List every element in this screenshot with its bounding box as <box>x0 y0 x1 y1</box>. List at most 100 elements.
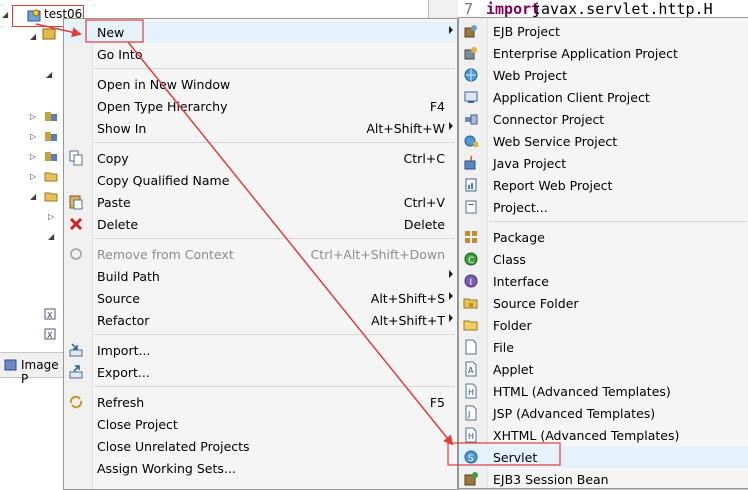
menu-item-go-into[interactable]: Go Into <box>64 43 457 65</box>
menu-item-open-type-hierarchy[interactable]: Open Type Hierarchy F4 <box>64 95 457 117</box>
menu-item-close-unrelated-projects[interactable]: Close Unrelated Projects <box>64 435 457 457</box>
collapse-triangle-icon[interactable]: ◢ <box>46 70 52 79</box>
submenu-item-source-folder[interactable]: Source Folder <box>459 292 748 314</box>
menu-item-shortcut: Ctrl+Alt+Shift+Down <box>310 247 445 262</box>
image-view-tab[interactable]: Image P <box>0 352 64 386</box>
java-project-icon <box>464 155 476 170</box>
menu-separator <box>94 238 455 239</box>
expand-triangle-icon[interactable]: ▷ <box>48 212 54 221</box>
submenu-item-jsp[interactable]: J JSP (Advanced Templates) <box>459 402 748 424</box>
svg-text:H: H <box>468 388 474 397</box>
menu-item-label: Open in New Window <box>97 77 231 92</box>
import-icon <box>69 343 83 357</box>
submenu-item-java-project[interactable]: Java Project <box>459 152 748 174</box>
copy-icon <box>69 150 83 166</box>
menu-separator <box>94 142 455 143</box>
collapse-triangle-icon[interactable]: ◢ <box>2 10 8 19</box>
submenu-item-enterprise-application-project[interactable]: Enterprise Application Project <box>459 42 748 64</box>
menu-item-show-in[interactable]: Show In Alt+Shift+W <box>64 117 457 139</box>
menu-separator <box>94 386 455 387</box>
submenu-item-package[interactable]: Package <box>459 226 748 248</box>
submenu-arrow-icon <box>449 122 453 130</box>
project-explorer-tree: ◢ test06 ◢ ◢ ▷ ▷ ▷ ▷ ◢ ▷ ◢ X X <box>0 0 84 485</box>
menu-separator <box>489 221 747 222</box>
menu-item-close-project[interactable]: Close Project <box>64 413 457 435</box>
ejb-project-icon <box>464 25 477 38</box>
menu-item-label: Refactor <box>97 313 150 328</box>
submenu-item-label: JSP (Advanced Templates) <box>493 406 656 421</box>
svg-text:C: C <box>468 256 474 266</box>
submenu-item-label: Applet <box>493 362 534 377</box>
folder-tree-icon <box>44 192 58 202</box>
menu-item-label: Refresh <box>97 395 145 410</box>
collapse-triangle-icon[interactable]: ◢ <box>48 232 54 241</box>
submenu-item-web-service-project[interactable]: Web Service Project <box>459 130 748 152</box>
svg-text:I: I <box>470 278 473 288</box>
menu-item-label: Export... <box>97 365 150 380</box>
submenu-arrow-icon <box>449 26 453 34</box>
submenu-item-folder[interactable]: Folder <box>459 314 748 336</box>
menu-item-copy-qualified-name[interactable]: Copy Qualified Name <box>64 169 457 191</box>
menu-item-label: Copy Qualified Name <box>97 173 230 188</box>
menu-item-refactor[interactable]: Refactor Alt+Shift+T <box>64 309 457 331</box>
menu-item-shortcut: F4 <box>429 99 445 114</box>
menu-item-assign-working-sets[interactable]: Assign Working Sets... <box>64 457 457 479</box>
submenu-item-class[interactable]: C Class <box>459 248 748 270</box>
menu-item-build-path[interactable]: Build Path <box>64 265 457 287</box>
submenu-item-ejb3-session-bean[interactable]: EJB3 Session Bean <box>459 468 748 490</box>
submenu-item-servlet[interactable]: S Servlet <box>459 446 748 468</box>
enterprise-app-icon <box>464 47 477 60</box>
menu-item-new[interactable]: New <box>64 21 457 43</box>
project-icon <box>465 200 477 214</box>
menu-separator <box>94 334 455 335</box>
folder-tree-icon <box>44 172 58 182</box>
submenu-item-ejb-project[interactable]: EJB Project <box>459 20 748 42</box>
expand-triangle-icon[interactable]: ▷ <box>30 172 36 181</box>
xml-file-icon: X <box>44 328 56 340</box>
class-icon: C <box>464 252 478 266</box>
line-number: 7 <box>464 0 474 18</box>
menu-item-label: Open Type Hierarchy <box>97 99 228 114</box>
menu-item-copy[interactable]: Copy Ctrl+C <box>64 147 457 169</box>
submenu-item-report-web-project[interactable]: Report Web Project <box>459 174 748 196</box>
submenu-item-connector-project[interactable]: Connector Project <box>459 108 748 130</box>
menu-item-open-in-new-window[interactable]: Open in New Window <box>64 73 457 95</box>
menu-item-source[interactable]: Source Alt+Shift+S <box>64 287 457 309</box>
menu-item-import[interactable]: Import... <box>64 339 457 361</box>
collapse-triangle-icon[interactable]: ◢ <box>30 192 36 201</box>
remove-context-icon <box>70 248 82 260</box>
menu-item-label: Copy <box>97 151 129 166</box>
submenu-item-file[interactable]: File <box>459 336 748 358</box>
submenu-item-web-project[interactable]: Web Project <box>459 64 748 86</box>
menu-item-paste[interactable]: Paste Ctrl+V <box>64 191 457 213</box>
submenu-item-project[interactable]: Project... <box>459 196 748 218</box>
menu-item-label: Show In <box>97 121 147 136</box>
menu-item-delete[interactable]: Delete Delete <box>64 213 457 235</box>
submenu-item-application-client-project[interactable]: Application Client Project <box>459 86 748 108</box>
menu-item-refresh[interactable]: Refresh F5 <box>64 391 457 413</box>
menu-item-remove-from-context: Remove from Context Ctrl+Alt+Shift+Down <box>64 243 457 265</box>
submenu-item-html[interactable]: H HTML (Advanced Templates) <box>459 380 748 402</box>
menu-item-shortcut: Ctrl+V <box>403 195 445 210</box>
submenu-item-label: EJB Project <box>493 24 560 39</box>
submenu-item-label: XHTML (Advanced Templates) <box>493 428 680 443</box>
expand-triangle-icon[interactable]: ▷ <box>30 132 36 141</box>
file-icon <box>465 339 477 355</box>
submenu-item-interface[interactable]: I Interface <box>459 270 748 292</box>
context-menu: New Go Into Open in New Window Open Type… <box>63 18 458 490</box>
submenu-item-label: Folder <box>493 318 532 333</box>
collapse-triangle-icon[interactable]: ◢ <box>30 32 36 41</box>
submenu-item-applet[interactable]: A Applet <box>459 358 748 380</box>
menu-item-export[interactable]: Export... <box>64 361 457 383</box>
expand-triangle-icon[interactable]: ▷ <box>30 112 36 121</box>
export-icon <box>69 365 83 379</box>
menu-item-label: Close Project <box>97 417 178 432</box>
submenu-item-xhtml[interactable]: H XHTML (Advanced Templates) <box>459 424 748 446</box>
servlet-icon: S <box>464 450 478 464</box>
submenu-item-label: Java Project <box>493 156 567 171</box>
menu-item-label: New <box>97 25 125 40</box>
expand-triangle-icon[interactable]: ▷ <box>30 152 36 161</box>
menu-item-shortcut: F5 <box>429 395 445 410</box>
submenu-item-label: Servlet <box>493 450 538 465</box>
menu-item-label: Paste <box>97 195 131 210</box>
